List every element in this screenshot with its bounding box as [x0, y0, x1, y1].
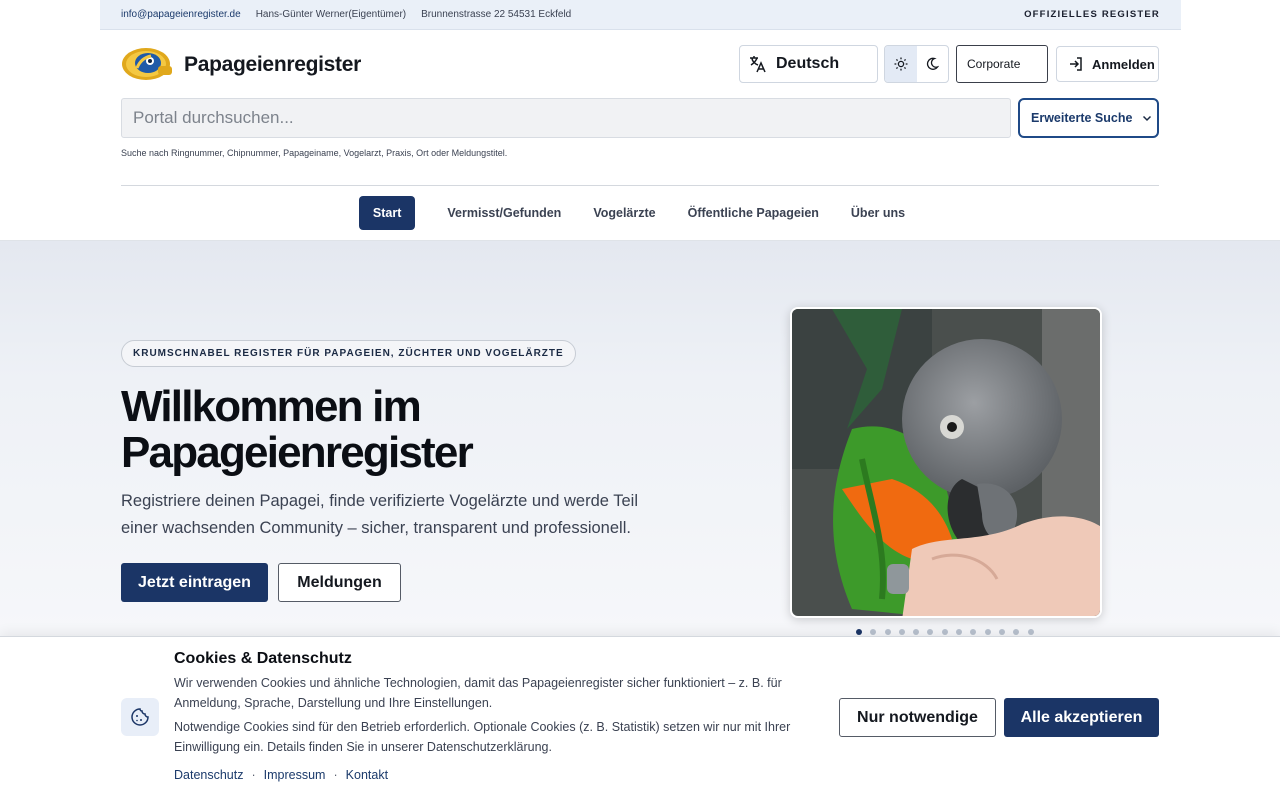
login-label: Anmelden — [1092, 56, 1155, 72]
login-icon — [1070, 57, 1082, 71]
chevron-down-icon — [1143, 115, 1152, 122]
carousel-dot[interactable] — [870, 629, 877, 635]
hero-kicker-badge: KRUMSCHNABEL REGISTER FÜR PAPAGEIEN, ZÜC… — [121, 340, 576, 367]
theme-toggle-group — [884, 45, 949, 83]
site-brand-name[interactable]: Papageienregister — [184, 53, 361, 77]
carousel-dot[interactable] — [856, 629, 862, 635]
reports-button[interactable]: Meldungen — [278, 563, 401, 602]
language-select-button[interactable]: Deutsch — [739, 45, 878, 83]
cookie-text-primary: Wir verwenden Cookies und ähnliche Techn… — [174, 676, 782, 710]
moon-icon — [927, 57, 940, 70]
top-info-bar: info@papageienregister.de Hans-Günter We… — [100, 0, 1181, 30]
privacy-link[interactable]: Datenschutz — [174, 768, 243, 782]
parrot-photo — [790, 307, 1102, 618]
address-info: Brunnenstrasse 22 54531 Eckfeld — [421, 9, 572, 20]
cookie-banner-title: Cookies & Datenschutz — [174, 650, 352, 667]
translate-icon — [750, 56, 766, 73]
language-label: Deutsch — [776, 55, 840, 72]
carousel-dot[interactable] — [898, 629, 905, 635]
link-separator: · — [333, 768, 338, 782]
site-logo[interactable] — [121, 44, 173, 82]
advanced-search-button[interactable]: Erweiterte Suche — [1018, 98, 1159, 138]
carousel-dot[interactable] — [998, 629, 1005, 635]
link-separator: · — [251, 768, 256, 782]
register-now-button[interactable]: Jetzt eintragen — [121, 563, 268, 602]
carousel-dot[interactable] — [927, 629, 934, 635]
cookie-icon — [121, 698, 159, 736]
carousel-dot[interactable] — [984, 629, 991, 635]
carousel-dot[interactable] — [1013, 629, 1020, 635]
sun-icon — [894, 57, 908, 71]
hero-subtitle: Registriere deinen Papagei, finde verifi… — [121, 492, 639, 537]
official-register-label: OFFIZIELLES REGISTER — [1024, 9, 1160, 20]
carousel-indicators — [856, 629, 1042, 635]
carousel-dot[interactable] — [913, 629, 920, 635]
light-mode-button[interactable] — [885, 46, 917, 82]
hero-title: Willkommen im Papageienregister — [121, 382, 474, 477]
corporate-select[interactable]: Corporate — [956, 45, 1048, 83]
carousel-dot[interactable] — [956, 629, 963, 635]
carousel-dot[interactable] — [884, 629, 891, 635]
dark-mode-button[interactable] — [917, 46, 949, 82]
carousel-dot[interactable] — [1027, 629, 1034, 635]
nav-item-ueber-uns[interactable]: Über uns — [851, 196, 905, 230]
contact-email-link[interactable]: info@papageienregister.de — [121, 9, 241, 20]
contact-link[interactable]: Kontakt — [346, 768, 388, 782]
portal-search-input[interactable] — [121, 98, 1011, 138]
accept-all-button[interactable]: Alle akzeptieren — [1004, 698, 1159, 737]
carousel-dot[interactable] — [970, 629, 977, 635]
nav-item-vermisst-gefunden[interactable]: Vermisst/Gefunden — [447, 196, 561, 230]
header-divider — [121, 185, 1159, 186]
main-navigation: Start Vermisst/Gefunden Vogelärzte Öffen… — [0, 196, 1280, 230]
owner-info: Hans-Günter Werner(Eigentümer) — [255, 9, 407, 20]
necessary-only-button[interactable]: Nur notwendige — [839, 698, 996, 737]
login-button[interactable]: Anmelden — [1056, 46, 1159, 82]
nav-item-vogelaerzte[interactable]: Vogelärzte — [593, 196, 655, 230]
nav-item-start[interactable]: Start — [358, 196, 416, 230]
nav-item-oeffentliche-papageien[interactable]: Öffentliche Papageien — [688, 196, 819, 230]
cookie-text-secondary: Notwendige Cookies sind für den Betrieb … — [174, 720, 791, 754]
cookie-links: Datenschutz · Impressum · Kontakt — [174, 768, 388, 782]
carousel-dot[interactable] — [941, 629, 948, 635]
imprint-link[interactable]: Impressum — [264, 768, 326, 782]
search-hint: Suche nach Ringnummer, Chipnummer, Papag… — [121, 148, 508, 158]
advanced-search-label: Erweiterte Suche — [1031, 111, 1133, 125]
